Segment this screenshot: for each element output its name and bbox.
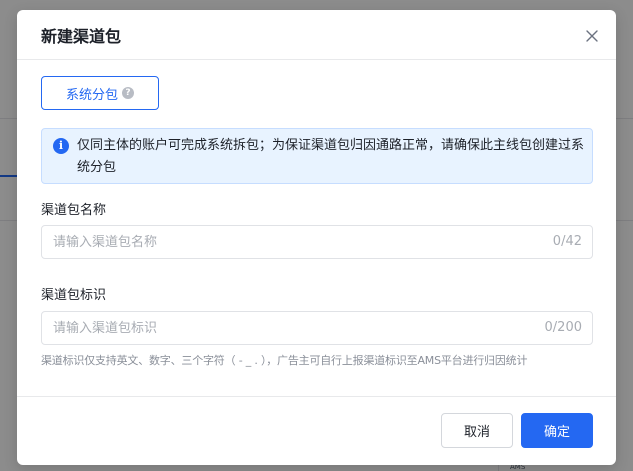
name-char-counter: 0/42 — [552, 234, 582, 249]
create-channel-package-dialog: 新建渠道包 系统分包 ? i 仅同主体的账户可完成系统拆包；为保证渠道包归因通路… — [17, 10, 616, 465]
channel-package-id-field[interactable]: 0/200 — [41, 311, 593, 345]
question-circle-icon[interactable]: ? — [122, 87, 134, 99]
cancel-button[interactable]: 取消 — [441, 413, 513, 448]
footer-divider — [17, 396, 616, 397]
alert-text: 仅同主体的账户可完成系统拆包；为保证渠道包归因通路正常，请确保此主线包创建过系统… — [77, 138, 585, 175]
channel-package-name-field[interactable]: 0/42 — [41, 225, 593, 259]
channel-id-hint: 渠道标识仅支持英文、数字、三个字符（ - _ . ），广告主可自行上报渠道标识至… — [41, 354, 528, 367]
channel-package-name-label: 渠道包名称 — [41, 203, 107, 218]
tab-label: 系统分包 — [65, 87, 118, 103]
info-icon: i — [53, 138, 69, 154]
dialog-title: 新建渠道包 — [41, 27, 122, 46]
confirm-button[interactable]: 确定 — [521, 413, 593, 448]
close-icon — [586, 30, 598, 42]
channel-package-name-input[interactable] — [53, 226, 523, 258]
id-char-counter: 0/200 — [544, 320, 582, 335]
channel-package-id-input[interactable] — [53, 312, 523, 344]
tab-system-subpackage[interactable]: 系统分包 ? — [41, 76, 159, 110]
header-divider — [17, 59, 616, 60]
close-button[interactable] — [583, 27, 601, 45]
channel-package-id-label: 渠道包标识 — [41, 288, 107, 303]
info-alert: i 仅同主体的账户可完成系统拆包；为保证渠道包归因通路正常，请确保此主线包创建过… — [41, 128, 593, 184]
